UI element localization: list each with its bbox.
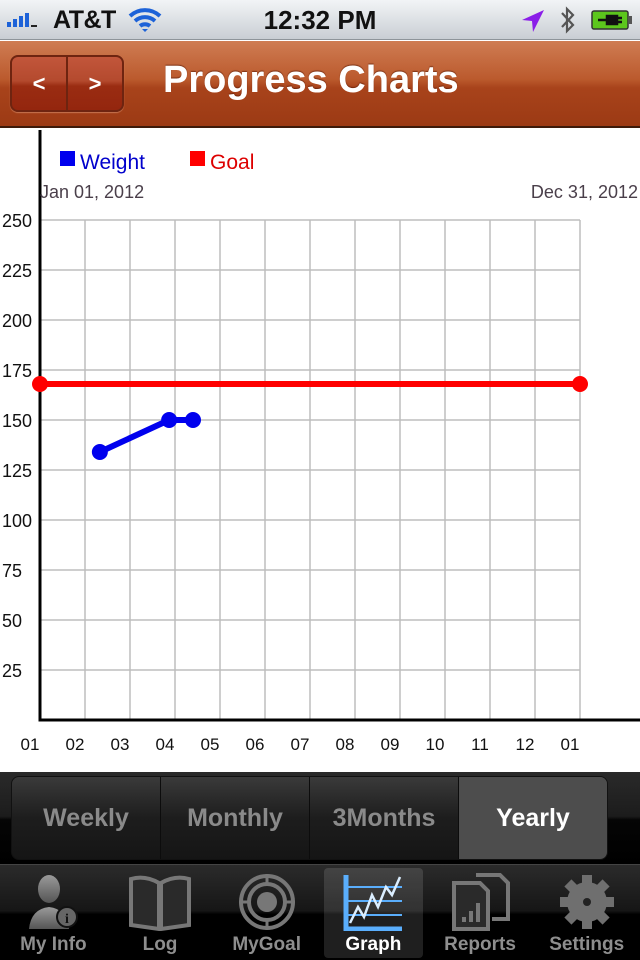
tab-label: Log [142, 934, 178, 955]
x-tick-label: 09 [381, 735, 400, 754]
y-tick-label: 100 [2, 511, 32, 531]
x-tick-label: 04 [156, 735, 175, 754]
legend-goal-label: Goal [210, 151, 254, 174]
tab-mygoal[interactable]: MyGoal [213, 865, 320, 960]
tab-label: My Info [20, 934, 87, 955]
tab-label: Graph [345, 934, 402, 955]
legend-weight-swatch [60, 151, 75, 166]
y-tick-label: 75 [2, 561, 22, 581]
y-tick-label: 25 [2, 661, 22, 681]
date-range-start: Jan 01, 2012 [40, 182, 144, 202]
tab-label: Settings [549, 934, 625, 955]
target-icon [232, 872, 302, 932]
next-period-button[interactable]: > [66, 57, 122, 110]
person-info-icon: i [18, 872, 88, 932]
range-segmented-control: Weekly Monthly 3Months Yearly [11, 776, 608, 860]
tab-graph[interactable]: Graph [320, 865, 427, 960]
grid [40, 219, 581, 720]
date-range-end: Dec 31, 2012 [531, 182, 638, 202]
bluetooth-icon [558, 5, 578, 40]
tab-bar: i My Info Log MyGoal Graph Reports Setti… [0, 864, 640, 960]
y-tick-label: 200 [2, 311, 32, 331]
legend: Weight Goal [60, 151, 254, 174]
tab-settings[interactable]: Settings [533, 865, 640, 960]
y-tick-label: 150 [2, 411, 32, 431]
weight-point [91, 444, 108, 460]
page-title: Progress Charts [163, 59, 459, 101]
battery-charging-icon [591, 10, 633, 35]
legend-weight-label: Weight [80, 151, 145, 174]
line-graph-icon [338, 872, 408, 932]
progress-chart: 25 50 75 100 125 150 175 200 225 250 01 02 03 04 05 06… [0, 130, 640, 772]
x-tick-labels: 01 02 03 04 05 06 07 08 09 10 11 12 01 [21, 735, 580, 754]
tab-reports[interactable]: Reports [427, 865, 534, 960]
goal-point [572, 376, 588, 392]
x-tick-label: 06 [246, 735, 265, 754]
legend-goal-swatch [190, 151, 205, 166]
chart-canvas: 25 50 75 100 125 150 175 200 225 250 01 02 03 04 05 06… [2, 130, 640, 754]
status-bar: AT&T 12:32 PM [0, 0, 640, 40]
y-tick-label: 50 [2, 611, 22, 631]
x-tick-label: 10 [426, 735, 445, 754]
weight-point [161, 412, 178, 428]
y-tick-label: 125 [2, 461, 32, 481]
x-tick-label: 02 [66, 735, 85, 754]
range-weekly[interactable]: Weekly [12, 777, 160, 859]
y-tick-labels: 25 50 75 100 125 150 175 200 225 250 [2, 211, 32, 681]
tab-log[interactable]: Log [107, 865, 214, 960]
reports-documents-icon [445, 872, 515, 932]
x-tick-label: 08 [336, 735, 355, 754]
period-navigator: < > [10, 55, 124, 112]
navigation-bar: < > Progress Charts [0, 41, 640, 128]
x-tick-label: 03 [111, 735, 130, 754]
x-tick-label: 01 [561, 735, 580, 754]
weight-line [98, 417, 193, 455]
x-tick-label: 07 [291, 735, 310, 754]
open-book-icon [125, 872, 195, 932]
y-tick-label: 175 [2, 361, 32, 381]
goal-point [32, 376, 48, 392]
range-monthly[interactable]: Monthly [160, 777, 309, 859]
gear-icon [552, 872, 622, 932]
y-tick-label: 225 [2, 261, 32, 281]
tab-label: MyGoal [232, 934, 301, 955]
y-tick-label: 250 [2, 211, 32, 231]
svg-text:i: i [65, 912, 69, 927]
range-selector-bar: Weekly Monthly 3Months Yearly [0, 772, 640, 864]
previous-period-button[interactable]: < [12, 57, 66, 110]
x-tick-label: 01 [21, 735, 40, 754]
weight-point [185, 412, 201, 428]
location-arrow-icon [520, 8, 546, 39]
tab-my-info[interactable]: i My Info [0, 865, 107, 960]
x-tick-label: 12 [516, 735, 535, 754]
range-3months[interactable]: 3Months [309, 777, 458, 859]
x-tick-label: 11 [471, 735, 489, 754]
x-tick-label: 05 [201, 735, 220, 754]
range-yearly[interactable]: Yearly [458, 777, 607, 859]
tab-label: Reports [444, 934, 516, 955]
